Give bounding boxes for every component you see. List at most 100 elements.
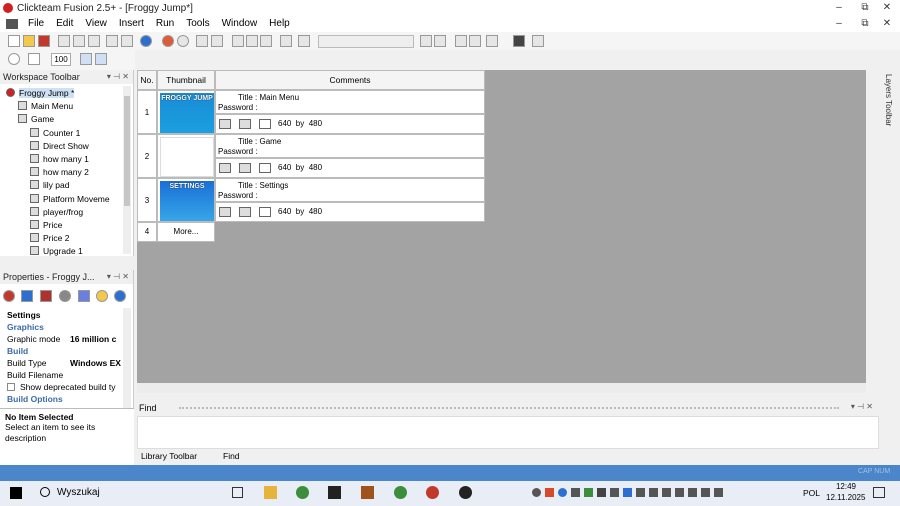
property-row[interactable]: Build Type Windows EX: [0, 357, 124, 369]
tree-item[interactable]: lily pad: [30, 179, 69, 192]
frame-size[interactable]: 640 by 480: [278, 159, 322, 177]
github-icon[interactable]: [459, 486, 472, 499]
transition-out-icon[interactable]: [239, 163, 251, 173]
tray-icon[interactable]: [610, 488, 619, 497]
menu-view[interactable]: View: [79, 16, 113, 32]
frame-size-icon[interactable]: [259, 207, 271, 217]
tree-item[interactable]: Upgrade 1: [30, 245, 83, 258]
values-tab-icon[interactable]: [59, 290, 71, 302]
tree-item[interactable]: Froggy Jump *: [6, 87, 75, 100]
zoom-slider-icon[interactable]: [28, 53, 40, 65]
clickteam-taskbar-icon[interactable]: [426, 486, 439, 499]
battery-icon[interactable]: [714, 488, 723, 497]
tray-icon[interactable]: [675, 488, 684, 497]
view-mode3-icon[interactable]: [486, 35, 498, 47]
find-tab[interactable]: Find: [223, 451, 240, 461]
more-frames-link[interactable]: More...: [157, 222, 215, 242]
frame-size-icon[interactable]: [259, 119, 271, 129]
menu-file[interactable]: File: [22, 16, 50, 32]
prev-frame-icon[interactable]: [420, 35, 432, 47]
property-value[interactable]: 16 million c: [70, 333, 116, 345]
chrome-icon[interactable]: [296, 486, 309, 499]
taskbar-search-input[interactable]: Wyszukaj: [57, 487, 100, 498]
tray-icon[interactable]: [532, 488, 541, 497]
tree-item[interactable]: how many 2: [30, 166, 89, 179]
property-row[interactable]: Show deprecated build ty: [0, 381, 124, 393]
transition-out-icon[interactable]: [239, 207, 251, 217]
menu-edit[interactable]: Edit: [50, 16, 79, 32]
transform-icon[interactable]: [280, 35, 292, 47]
layout-icon[interactable]: [196, 35, 208, 47]
tray-icon[interactable]: [558, 488, 567, 497]
file-explorer-icon[interactable]: [264, 486, 277, 499]
layer-dropdown[interactable]: [318, 35, 414, 48]
menu-help[interactable]: Help: [263, 16, 296, 32]
task-view-icon[interactable]: [232, 487, 243, 498]
frame-size-icon[interactable]: [259, 163, 271, 173]
window-tab-icon[interactable]: [21, 290, 33, 302]
property-row[interactable]: Graphic mode 16 million c: [0, 333, 124, 345]
tree-item[interactable]: player/frog: [30, 206, 83, 219]
runtime-tab-icon[interactable]: [40, 290, 52, 302]
volume-icon[interactable]: [701, 488, 710, 497]
view-mode-icon[interactable]: [455, 35, 467, 47]
tray-icon[interactable]: [545, 488, 554, 497]
tray-icon[interactable]: [649, 488, 658, 497]
next-frame-icon[interactable]: [434, 35, 446, 47]
redo-icon[interactable]: [121, 35, 133, 47]
tree-item[interactable]: Price: [30, 219, 62, 232]
transition-in-icon[interactable]: [219, 207, 231, 217]
stop-icon[interactable]: [162, 35, 174, 47]
tray-icon[interactable]: [623, 488, 632, 497]
new-icon[interactable]: [8, 35, 20, 47]
undo-icon[interactable]: [106, 35, 118, 47]
close-button[interactable]: ✕: [874, 0, 900, 16]
help-icon[interactable]: [140, 35, 152, 47]
menu-insert[interactable]: Insert: [113, 16, 150, 32]
copy-icon[interactable]: [73, 35, 85, 47]
settings-tab-icon[interactable]: [3, 290, 15, 302]
tree-item[interactable]: Game: [18, 113, 54, 126]
transition-in-icon[interactable]: [219, 163, 231, 173]
clock-date[interactable]: 12.11.2025: [826, 493, 865, 502]
tray-icon[interactable]: [597, 488, 606, 497]
run-icon[interactable]: [177, 35, 189, 47]
list-view-icon[interactable]: [95, 53, 107, 65]
minimize-button[interactable]: –: [826, 0, 852, 16]
properties-controls[interactable]: ▾ ⊣ ✕: [107, 270, 129, 284]
start-icon[interactable]: [10, 487, 22, 499]
inner-minimize-button[interactable]: –: [826, 16, 852, 32]
frame-size[interactable]: 640 by 480: [278, 203, 322, 221]
workspace-controls[interactable]: ▾ ⊣ ✕: [107, 70, 129, 84]
fullscreen-icon[interactable]: [532, 35, 544, 47]
storyboard-view-icon[interactable]: [80, 53, 92, 65]
save-icon[interactable]: [38, 35, 50, 47]
storyboard-hscrollbar[interactable]: [137, 383, 866, 393]
events-tab-icon[interactable]: [78, 290, 90, 302]
zoom-icon[interactable]: [8, 53, 20, 65]
open-icon[interactable]: [23, 35, 35, 47]
tree-item[interactable]: Direct Show: [30, 140, 89, 153]
transition-in-icon[interactable]: [219, 119, 231, 129]
cut-icon[interactable]: [58, 35, 70, 47]
frame-comments[interactable]: Title : Settings Password :: [215, 178, 485, 202]
document-menu-icon[interactable]: [6, 19, 18, 29]
tray-icon[interactable]: [571, 488, 580, 497]
menu-window[interactable]: Window: [216, 16, 264, 32]
application-tab-icon[interactable]: [114, 290, 126, 302]
grid-icon[interactable]: [211, 35, 223, 47]
tree-item[interactable]: Main Menu: [18, 100, 73, 113]
frame-thumbnail[interactable]: [157, 134, 215, 178]
align-right-icon[interactable]: [260, 35, 272, 47]
frame-thumbnail[interactable]: FROGGY JUMP: [157, 90, 215, 134]
unity-icon[interactable]: [328, 486, 341, 499]
storyboard-vscrollbar[interactable]: [866, 70, 879, 383]
frame-comments[interactable]: Title : Game Password :: [215, 134, 485, 158]
align-left-icon[interactable]: [232, 35, 244, 47]
paint-icon[interactable]: [298, 35, 310, 47]
properties-scrollbar[interactable]: [123, 308, 131, 408]
paste-icon[interactable]: [88, 35, 100, 47]
menu-run[interactable]: Run: [150, 16, 180, 32]
tray-icon[interactable]: [662, 488, 671, 497]
align-center-icon[interactable]: [246, 35, 258, 47]
